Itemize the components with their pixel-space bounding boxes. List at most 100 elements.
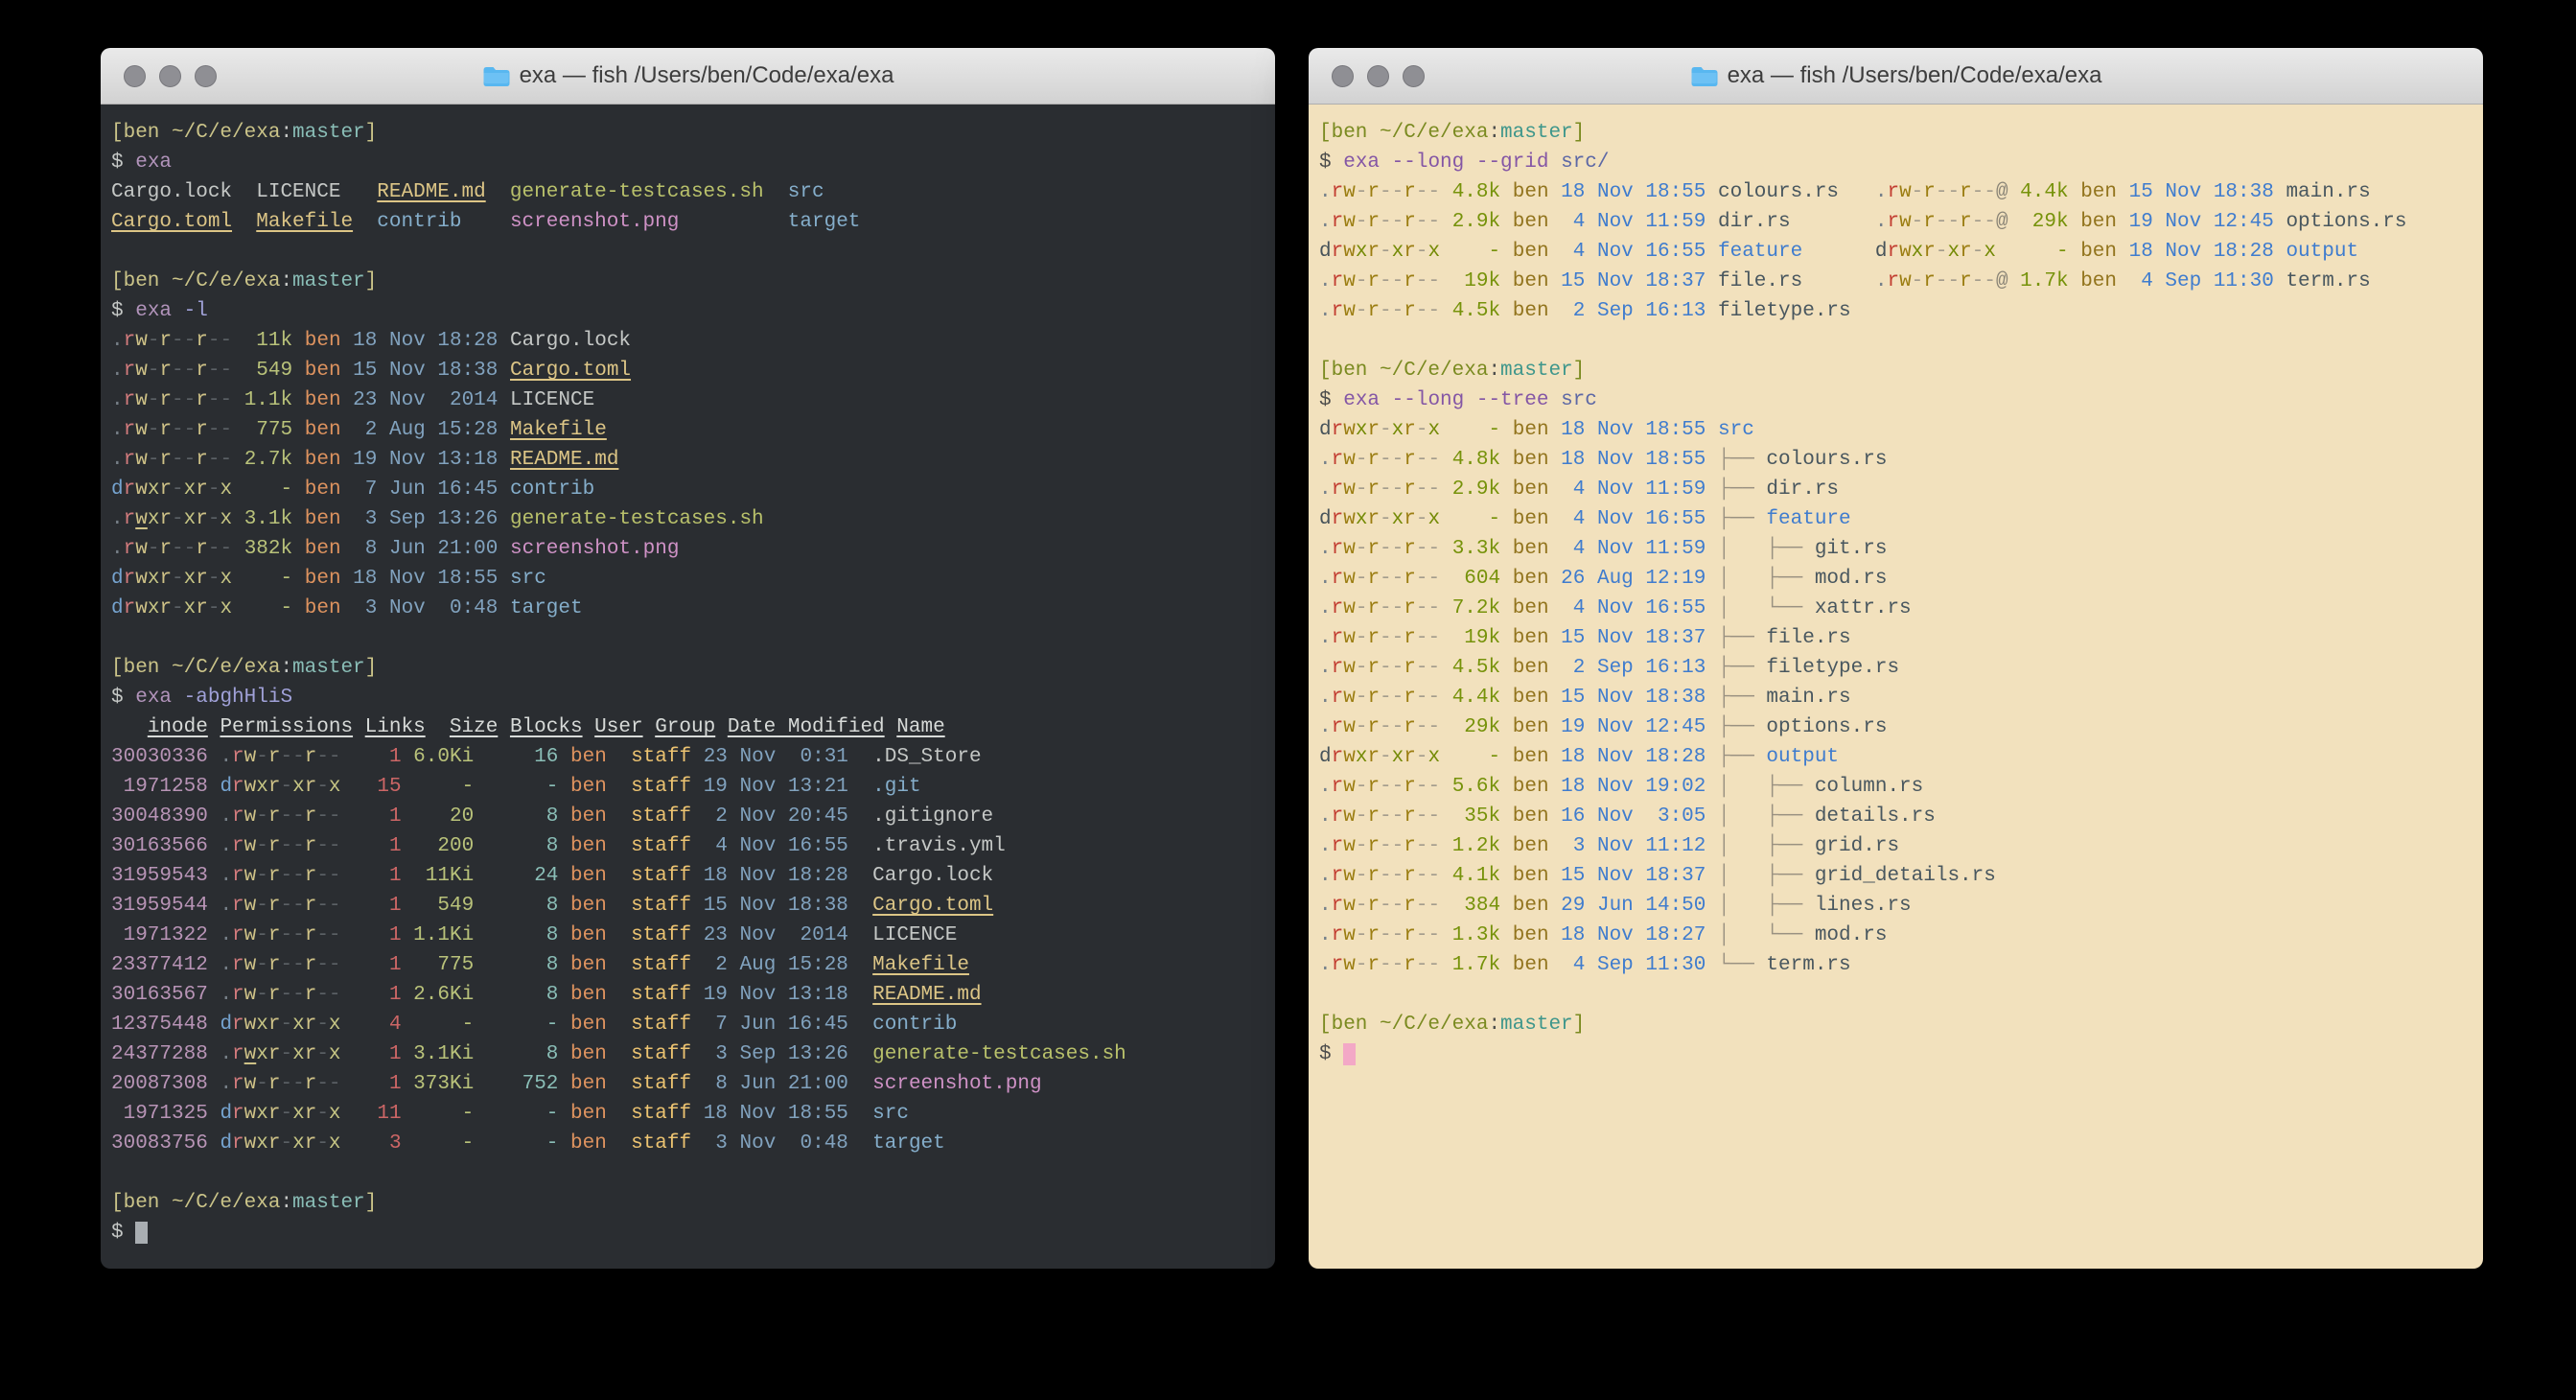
perm-char: -: [1380, 270, 1392, 292]
perm-char: r: [1404, 627, 1416, 649]
perm-char: r: [1332, 835, 1344, 857]
text-segment: [341, 984, 354, 1006]
text-segment: ben: [305, 360, 341, 382]
close-button[interactable]: [1332, 65, 1354, 87]
perm-char: r: [268, 954, 281, 976]
text-segment: [1706, 657, 1718, 679]
text-segment: ben: [1513, 300, 1549, 322]
text-segment: 20: [413, 805, 474, 828]
perm-char: -: [172, 360, 184, 382]
text-segment: [1549, 419, 1562, 441]
text-segment: 4 Nov 11:59: [1561, 538, 1706, 560]
perm-char: -: [1427, 924, 1440, 946]
text-segment: [ben ~/C/e/exa: [1319, 1014, 1488, 1036]
zoom-button[interactable]: [195, 65, 217, 87]
perm-char: .: [111, 538, 124, 560]
perm-char: .: [1319, 895, 1332, 917]
minimize-button[interactable]: [1367, 65, 1389, 87]
perm-char: r: [1332, 865, 1344, 887]
text-segment: Cargo.toml: [510, 360, 631, 382]
text-segment: [1440, 508, 1452, 530]
perm-char: -: [1380, 241, 1392, 263]
text-segment: 15 Nov 18:38: [2129, 181, 2274, 203]
perm-char: r: [1367, 568, 1380, 590]
text-segment: [1706, 241, 1718, 263]
terminal-screen[interactable]: [ben ~/C/e/exa:master]$ exaCargo.lock LI…: [101, 105, 1275, 1269]
perm-char: x: [220, 508, 232, 530]
perm-char: r: [232, 776, 244, 798]
perm-char: -: [316, 1043, 329, 1065]
terminal-line: .rw-r--r-- 1.3k ben 18 Nov 18:27 │ └── m…: [1319, 921, 2472, 950]
perm-char: .: [1319, 568, 1332, 590]
text-segment: [558, 1014, 570, 1036]
terminal-line: .rw-r--r-- 2.9k ben 4 Nov 11:59 ├── dir.…: [1319, 475, 2472, 504]
text-segment: staff: [631, 895, 691, 917]
perm-char: -: [1972, 211, 1984, 233]
terminal-screen[interactable]: [ben ~/C/e/exa:master]$ exa --long --gri…: [1309, 105, 2483, 1269]
text-segment: staff: [631, 1043, 691, 1065]
text-segment: [1549, 241, 1562, 263]
text-segment: [1440, 449, 1452, 471]
perm-char: r: [159, 597, 172, 619]
perm-char: .: [1319, 627, 1332, 649]
text-segment: 3 Nov 11:12: [1561, 835, 1706, 857]
window-title-text: exa — fish /Users/ben/Code/exa/exa: [520, 62, 894, 89]
text-segment: ├──: [1718, 478, 1766, 501]
zoom-button[interactable]: [1403, 65, 1425, 87]
text-segment: grid_details.rs: [1815, 865, 1996, 887]
terminal-line: Cargo.toml Makefile contrib screenshot.p…: [111, 207, 1265, 237]
text-segment: [558, 1103, 570, 1125]
perm-char: -: [1948, 211, 1961, 233]
text-segment: [885, 716, 897, 738]
close-button[interactable]: [124, 65, 146, 87]
text-segment: 30163567: [111, 984, 208, 1006]
perm-char: w: [135, 568, 148, 590]
perm-char: r: [305, 1103, 317, 1125]
perm-char: -: [1380, 568, 1392, 590]
perm-char: -: [1416, 568, 1428, 590]
text-segment: 1.7k: [2020, 270, 2068, 292]
perm-char: -: [1392, 924, 1404, 946]
text-segment: 4.5k: [1452, 657, 1500, 679]
perm-char: .: [1319, 300, 1332, 322]
text-segment: 4 Nov 16:55: [1561, 597, 1706, 619]
text-segment: filetype.rs: [1766, 657, 1899, 679]
perm-char: r: [1332, 241, 1344, 263]
text-segment: [2008, 181, 2021, 203]
text-segment: file.rs: [1766, 627, 1850, 649]
text-segment: │ ├──: [1718, 835, 1815, 857]
perm-char: w: [244, 895, 257, 917]
text-segment: [1380, 152, 1392, 174]
perm-char: x: [292, 1132, 305, 1155]
text-segment: ]: [1573, 360, 1586, 382]
text-segment: ben: [305, 597, 341, 619]
perm-char: r: [1332, 924, 1344, 946]
perm-char: r: [1367, 805, 1380, 828]
perm-char: d: [220, 1103, 232, 1125]
perm-char: r: [1367, 270, 1380, 292]
text-segment: [1500, 657, 1513, 679]
terminal-line: $ exa --long --tree src: [1319, 385, 2472, 415]
text-segment: ben: [2080, 211, 2117, 233]
text-segment: [1706, 716, 1718, 738]
text-segment: [232, 597, 244, 619]
folder-icon: [1690, 65, 1718, 87]
perm-char: -: [256, 865, 268, 887]
perm-char: r: [159, 330, 172, 352]
perm-char: r: [1404, 805, 1416, 828]
perm-char: -: [1427, 478, 1440, 501]
title-bar[interactable]: exa — fish /Users/ben/Code/exa/exa: [1309, 48, 2483, 105]
text-segment: [1500, 924, 1513, 946]
text-segment: ├──: [1718, 657, 1766, 679]
perm-char: r: [196, 330, 208, 352]
text-segment: [1706, 508, 1718, 530]
perm-char: -: [1936, 211, 1948, 233]
text-segment: [691, 895, 704, 917]
title-bar[interactable]: exa — fish /Users/ben/Code/exa/exa: [101, 48, 1275, 105]
minimize-button[interactable]: [159, 65, 181, 87]
text-segment: [208, 924, 220, 946]
text-segment: ben: [1513, 687, 1549, 709]
text-segment: [1549, 687, 1562, 709]
perm-char: r: [124, 508, 136, 530]
text-segment: exa: [135, 152, 172, 174]
